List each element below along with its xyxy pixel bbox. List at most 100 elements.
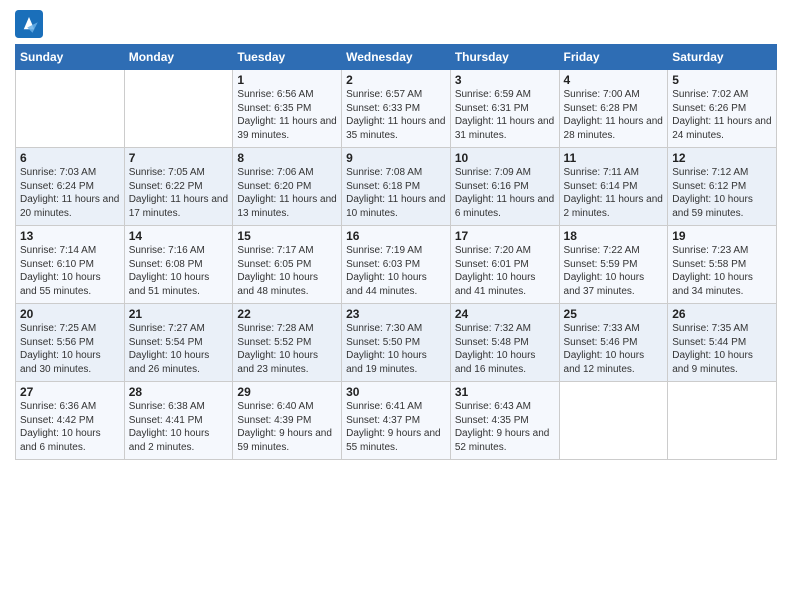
day-detail: Sunrise: 6:40 AMSunset: 4:39 PMDaylight:… xyxy=(237,400,337,454)
day-detail: Sunrise: 7:30 AMSunset: 5:50 PMDaylight:… xyxy=(346,322,446,376)
day-cell: 5Sunrise: 7:02 AMSunset: 6:26 PMDaylight… xyxy=(668,70,777,148)
day-detail: Sunrise: 7:05 AMSunset: 6:22 PMDaylight:… xyxy=(129,166,229,220)
day-cell: 11Sunrise: 7:11 AMSunset: 6:14 PMDayligh… xyxy=(559,148,668,226)
day-cell: 7Sunrise: 7:05 AMSunset: 6:22 PMDaylight… xyxy=(124,148,233,226)
day-detail: Sunrise: 7:17 AMSunset: 6:05 PMDaylight:… xyxy=(237,244,337,298)
day-number: 27 xyxy=(20,385,120,399)
day-number: 30 xyxy=(346,385,446,399)
day-number: 29 xyxy=(237,385,337,399)
day-detail: Sunrise: 7:19 AMSunset: 6:03 PMDaylight:… xyxy=(346,244,446,298)
day-detail: Sunrise: 7:27 AMSunset: 5:54 PMDaylight:… xyxy=(129,322,229,376)
calendar-header-row: SundayMondayTuesdayWednesdayThursdayFrid… xyxy=(16,45,777,70)
day-number: 21 xyxy=(129,307,229,321)
day-number: 26 xyxy=(672,307,772,321)
day-cell: 27Sunrise: 6:36 AMSunset: 4:42 PMDayligh… xyxy=(16,382,125,460)
logo-icon xyxy=(15,10,43,38)
day-detail: Sunrise: 7:09 AMSunset: 6:16 PMDaylight:… xyxy=(455,166,555,220)
day-number: 1 xyxy=(237,73,337,87)
day-header-saturday: Saturday xyxy=(668,45,777,70)
day-number: 8 xyxy=(237,151,337,165)
day-detail: Sunrise: 7:35 AMSunset: 5:44 PMDaylight:… xyxy=(672,322,772,376)
day-cell: 21Sunrise: 7:27 AMSunset: 5:54 PMDayligh… xyxy=(124,304,233,382)
day-header-sunday: Sunday xyxy=(16,45,125,70)
day-number: 11 xyxy=(564,151,664,165)
day-number: 25 xyxy=(564,307,664,321)
day-detail: Sunrise: 7:14 AMSunset: 6:10 PMDaylight:… xyxy=(20,244,120,298)
day-detail: Sunrise: 7:33 AMSunset: 5:46 PMDaylight:… xyxy=(564,322,664,376)
day-cell xyxy=(668,382,777,460)
day-cell: 17Sunrise: 7:20 AMSunset: 6:01 PMDayligh… xyxy=(450,226,559,304)
day-cell xyxy=(124,70,233,148)
day-cell: 30Sunrise: 6:41 AMSunset: 4:37 PMDayligh… xyxy=(342,382,451,460)
day-cell: 16Sunrise: 7:19 AMSunset: 6:03 PMDayligh… xyxy=(342,226,451,304)
day-cell: 8Sunrise: 7:06 AMSunset: 6:20 PMDaylight… xyxy=(233,148,342,226)
day-detail: Sunrise: 6:57 AMSunset: 6:33 PMDaylight:… xyxy=(346,88,446,142)
day-cell: 29Sunrise: 6:40 AMSunset: 4:39 PMDayligh… xyxy=(233,382,342,460)
day-cell: 13Sunrise: 7:14 AMSunset: 6:10 PMDayligh… xyxy=(16,226,125,304)
page: SundayMondayTuesdayWednesdayThursdayFrid… xyxy=(0,0,792,612)
day-number: 7 xyxy=(129,151,229,165)
day-detail: Sunrise: 6:36 AMSunset: 4:42 PMDaylight:… xyxy=(20,400,120,454)
day-detail: Sunrise: 7:22 AMSunset: 5:59 PMDaylight:… xyxy=(564,244,664,298)
day-cell: 19Sunrise: 7:23 AMSunset: 5:58 PMDayligh… xyxy=(668,226,777,304)
day-number: 4 xyxy=(564,73,664,87)
day-detail: Sunrise: 7:08 AMSunset: 6:18 PMDaylight:… xyxy=(346,166,446,220)
day-header-thursday: Thursday xyxy=(450,45,559,70)
day-cell: 14Sunrise: 7:16 AMSunset: 6:08 PMDayligh… xyxy=(124,226,233,304)
day-header-tuesday: Tuesday xyxy=(233,45,342,70)
day-header-wednesday: Wednesday xyxy=(342,45,451,70)
week-row-0: 1Sunrise: 6:56 AMSunset: 6:35 PMDaylight… xyxy=(16,70,777,148)
header xyxy=(15,10,777,38)
day-number: 18 xyxy=(564,229,664,243)
day-number: 12 xyxy=(672,151,772,165)
day-number: 22 xyxy=(237,307,337,321)
day-number: 6 xyxy=(20,151,120,165)
day-detail: Sunrise: 7:20 AMSunset: 6:01 PMDaylight:… xyxy=(455,244,555,298)
day-cell: 6Sunrise: 7:03 AMSunset: 6:24 PMDaylight… xyxy=(16,148,125,226)
day-cell: 3Sunrise: 6:59 AMSunset: 6:31 PMDaylight… xyxy=(450,70,559,148)
day-cell: 31Sunrise: 6:43 AMSunset: 4:35 PMDayligh… xyxy=(450,382,559,460)
day-cell: 24Sunrise: 7:32 AMSunset: 5:48 PMDayligh… xyxy=(450,304,559,382)
day-number: 17 xyxy=(455,229,555,243)
day-cell: 10Sunrise: 7:09 AMSunset: 6:16 PMDayligh… xyxy=(450,148,559,226)
day-detail: Sunrise: 6:41 AMSunset: 4:37 PMDaylight:… xyxy=(346,400,446,454)
day-cell: 1Sunrise: 6:56 AMSunset: 6:35 PMDaylight… xyxy=(233,70,342,148)
day-cell: 9Sunrise: 7:08 AMSunset: 6:18 PMDaylight… xyxy=(342,148,451,226)
day-number: 16 xyxy=(346,229,446,243)
week-row-2: 13Sunrise: 7:14 AMSunset: 6:10 PMDayligh… xyxy=(16,226,777,304)
day-cell: 12Sunrise: 7:12 AMSunset: 6:12 PMDayligh… xyxy=(668,148,777,226)
week-row-3: 20Sunrise: 7:25 AMSunset: 5:56 PMDayligh… xyxy=(16,304,777,382)
logo xyxy=(15,10,45,38)
day-cell xyxy=(16,70,125,148)
day-header-friday: Friday xyxy=(559,45,668,70)
day-cell: 25Sunrise: 7:33 AMSunset: 5:46 PMDayligh… xyxy=(559,304,668,382)
day-number: 13 xyxy=(20,229,120,243)
day-number: 2 xyxy=(346,73,446,87)
day-cell: 26Sunrise: 7:35 AMSunset: 5:44 PMDayligh… xyxy=(668,304,777,382)
day-number: 23 xyxy=(346,307,446,321)
day-detail: Sunrise: 7:06 AMSunset: 6:20 PMDaylight:… xyxy=(237,166,337,220)
day-cell xyxy=(559,382,668,460)
day-cell: 4Sunrise: 7:00 AMSunset: 6:28 PMDaylight… xyxy=(559,70,668,148)
day-number: 15 xyxy=(237,229,337,243)
day-number: 19 xyxy=(672,229,772,243)
day-detail: Sunrise: 6:43 AMSunset: 4:35 PMDaylight:… xyxy=(455,400,555,454)
day-detail: Sunrise: 7:32 AMSunset: 5:48 PMDaylight:… xyxy=(455,322,555,376)
day-cell: 18Sunrise: 7:22 AMSunset: 5:59 PMDayligh… xyxy=(559,226,668,304)
day-header-monday: Monday xyxy=(124,45,233,70)
day-detail: Sunrise: 7:02 AMSunset: 6:26 PMDaylight:… xyxy=(672,88,772,142)
day-detail: Sunrise: 7:00 AMSunset: 6:28 PMDaylight:… xyxy=(564,88,664,142)
day-detail: Sunrise: 6:59 AMSunset: 6:31 PMDaylight:… xyxy=(455,88,555,142)
day-detail: Sunrise: 7:25 AMSunset: 5:56 PMDaylight:… xyxy=(20,322,120,376)
day-cell: 15Sunrise: 7:17 AMSunset: 6:05 PMDayligh… xyxy=(233,226,342,304)
day-number: 20 xyxy=(20,307,120,321)
day-detail: Sunrise: 6:38 AMSunset: 4:41 PMDaylight:… xyxy=(129,400,229,454)
week-row-4: 27Sunrise: 6:36 AMSunset: 4:42 PMDayligh… xyxy=(16,382,777,460)
day-number: 3 xyxy=(455,73,555,87)
day-detail: Sunrise: 7:12 AMSunset: 6:12 PMDaylight:… xyxy=(672,166,772,220)
day-number: 31 xyxy=(455,385,555,399)
day-number: 24 xyxy=(455,307,555,321)
day-detail: Sunrise: 7:03 AMSunset: 6:24 PMDaylight:… xyxy=(20,166,120,220)
week-row-1: 6Sunrise: 7:03 AMSunset: 6:24 PMDaylight… xyxy=(16,148,777,226)
day-number: 14 xyxy=(129,229,229,243)
